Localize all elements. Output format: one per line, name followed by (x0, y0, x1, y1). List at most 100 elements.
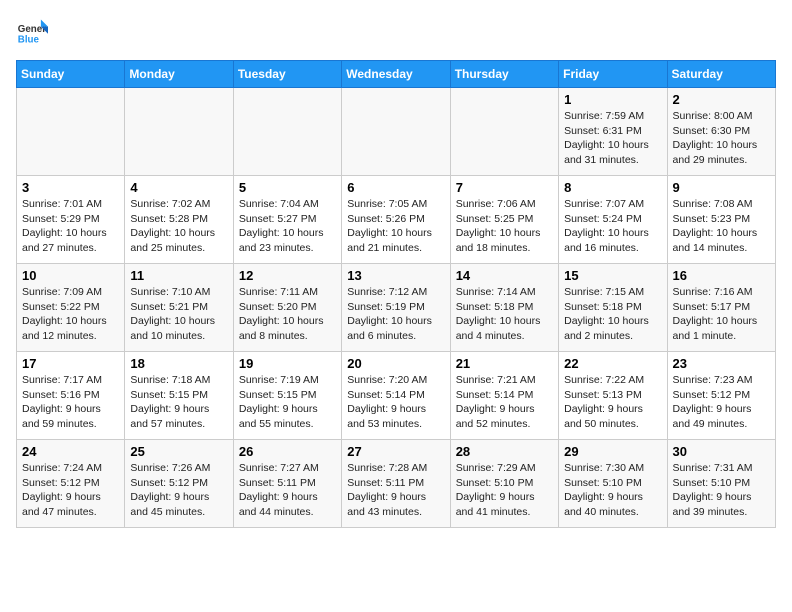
day-info: Sunrise: 7:19 AMSunset: 5:15 PMDaylight:… (239, 373, 336, 432)
logo: General Blue (16, 16, 48, 48)
day-info: Sunrise: 8:00 AMSunset: 6:30 PMDaylight:… (673, 109, 770, 168)
calendar-cell: 6 Sunrise: 7:05 AMSunset: 5:26 PMDaylight… (342, 176, 450, 264)
day-info: Sunrise: 7:04 AMSunset: 5:27 PMDaylight:… (239, 197, 336, 256)
calendar-cell: 9 Sunrise: 7:08 AMSunset: 5:23 PMDaylight… (667, 176, 775, 264)
calendar-cell: 18 Sunrise: 7:18 AMSunset: 5:15 PMDayligh… (125, 352, 233, 440)
day-number: 16 (673, 268, 770, 283)
calendar-cell: 12 Sunrise: 7:11 AMSunset: 5:20 PMDayligh… (233, 264, 341, 352)
day-info: Sunrise: 7:23 AMSunset: 5:12 PMDaylight:… (673, 373, 770, 432)
calendar-cell: 7 Sunrise: 7:06 AMSunset: 5:25 PMDaylight… (450, 176, 558, 264)
day-number: 24 (22, 444, 119, 459)
col-header-monday: Monday (125, 61, 233, 88)
col-header-saturday: Saturday (667, 61, 775, 88)
day-info: Sunrise: 7:06 AMSunset: 5:25 PMDaylight:… (456, 197, 553, 256)
calendar-cell: 2 Sunrise: 8:00 AMSunset: 6:30 PMDaylight… (667, 88, 775, 176)
calendar-cell (17, 88, 125, 176)
calendar-cell: 10 Sunrise: 7:09 AMSunset: 5:22 PMDayligh… (17, 264, 125, 352)
svg-text:Blue: Blue (18, 35, 40, 46)
day-number: 14 (456, 268, 553, 283)
calendar-cell: 25Sunrise: 7:26 AMSunset: 5:12 PMDayligh… (125, 440, 233, 528)
day-number: 1 (564, 92, 661, 107)
day-number: 26 (239, 444, 336, 459)
day-number: 27 (347, 444, 444, 459)
col-header-sunday: Sunday (17, 61, 125, 88)
day-number: 21 (456, 356, 553, 371)
calendar-cell: 24 Sunrise: 7:24 AMSunset: 5:12 PMDayligh… (17, 440, 125, 528)
logo-icon: General Blue (16, 16, 48, 48)
calendar-week-3: 10 Sunrise: 7:09 AMSunset: 5:22 PMDayligh… (17, 264, 776, 352)
day-info: Sunrise: 7:08 AMSunset: 5:23 PMDaylight:… (673, 197, 770, 256)
calendar-cell: 20 Sunrise: 7:20 AMSunset: 5:14 PMDayligh… (342, 352, 450, 440)
day-number: 17 (22, 356, 119, 371)
day-info: Sunrise: 7:17 AMSunset: 5:16 PMDaylight:… (22, 373, 119, 432)
day-number: 20 (347, 356, 444, 371)
day-info: Sunrise: 7:05 AMSunset: 5:26 PMDaylight:… (347, 197, 444, 256)
calendar-cell: 29 Sunrise: 7:30 AMSunset: 5:10 PMDayligh… (559, 440, 667, 528)
calendar-week-2: 3Sunrise: 7:01 AMSunset: 5:29 PMDaylight… (17, 176, 776, 264)
day-info: Sunrise: 7:12 AMSunset: 5:19 PMDaylight:… (347, 285, 444, 344)
day-info: Sunrise: 7:14 AMSunset: 5:18 PMDaylight:… (456, 285, 553, 344)
calendar-cell: 1 Sunrise: 7:59 AMSunset: 6:31 PMDaylight… (559, 88, 667, 176)
col-header-wednesday: Wednesday (342, 61, 450, 88)
calendar-cell: 8 Sunrise: 7:07 AMSunset: 5:24 PMDaylight… (559, 176, 667, 264)
day-info: Sunrise: 7:15 AMSunset: 5:18 PMDaylight:… (564, 285, 661, 344)
day-number: 5 (239, 180, 336, 195)
day-info: Sunrise: 7:02 AMSunset: 5:28 PMDaylight:… (130, 197, 227, 256)
calendar-cell: 11 Sunrise: 7:10 AMSunset: 5:21 PMDayligh… (125, 264, 233, 352)
day-number: 4 (130, 180, 227, 195)
day-number: 19 (239, 356, 336, 371)
col-header-friday: Friday (559, 61, 667, 88)
day-number: 23 (673, 356, 770, 371)
day-number: 12 (239, 268, 336, 283)
day-number: 10 (22, 268, 119, 283)
calendar-cell: 23 Sunrise: 7:23 AMSunset: 5:12 PMDayligh… (667, 352, 775, 440)
day-number: 8 (564, 180, 661, 195)
day-number: 15 (564, 268, 661, 283)
day-number: 7 (456, 180, 553, 195)
day-info: Sunrise: 7:28 AMSunset: 5:11 PMDaylight:… (347, 461, 444, 520)
calendar-cell: 14 Sunrise: 7:14 AMSunset: 5:18 PMDayligh… (450, 264, 558, 352)
day-info: Sunrise: 7:30 AMSunset: 5:10 PMDaylight:… (564, 461, 661, 520)
day-info: Sunrise: 7:59 AMSunset: 6:31 PMDaylight:… (564, 109, 661, 168)
page-header: General Blue (16, 16, 776, 48)
day-info: Sunrise: 7:11 AMSunset: 5:20 PMDaylight:… (239, 285, 336, 344)
calendar-cell: 13 Sunrise: 7:12 AMSunset: 5:19 PMDayligh… (342, 264, 450, 352)
calendar-table: SundayMondayTuesdayWednesdayThursdayFrid… (16, 60, 776, 528)
calendar-cell: 3Sunrise: 7:01 AMSunset: 5:29 PMDaylight… (17, 176, 125, 264)
calendar-cell: 4 Sunrise: 7:02 AMSunset: 5:28 PMDaylight… (125, 176, 233, 264)
day-number: 3 (22, 180, 119, 195)
day-number: 28 (456, 444, 553, 459)
day-info: Sunrise: 7:20 AMSunset: 5:14 PMDaylight:… (347, 373, 444, 432)
calendar-cell: 30Sunrise: 7:31 AMSunset: 5:10 PMDayligh… (667, 440, 775, 528)
day-info: Sunrise: 7:21 AMSunset: 5:14 PMDaylight:… (456, 373, 553, 432)
calendar-cell (233, 88, 341, 176)
day-info: Sunrise: 7:24 AMSunset: 5:12 PMDaylight:… (22, 461, 119, 520)
calendar-cell: 15 Sunrise: 7:15 AMSunset: 5:18 PMDayligh… (559, 264, 667, 352)
calendar-cell: 28Sunrise: 7:29 AMSunset: 5:10 PMDayligh… (450, 440, 558, 528)
calendar-cell (125, 88, 233, 176)
calendar-cell (450, 88, 558, 176)
day-number: 6 (347, 180, 444, 195)
day-number: 13 (347, 268, 444, 283)
day-number: 2 (673, 92, 770, 107)
calendar-cell: 21 Sunrise: 7:21 AMSunset: 5:14 PMDayligh… (450, 352, 558, 440)
day-info: Sunrise: 7:07 AMSunset: 5:24 PMDaylight:… (564, 197, 661, 256)
day-info: Sunrise: 7:27 AMSunset: 5:11 PMDaylight:… (239, 461, 336, 520)
col-header-thursday: Thursday (450, 61, 558, 88)
day-info: Sunrise: 7:09 AMSunset: 5:22 PMDaylight:… (22, 285, 119, 344)
calendar-week-4: 17 Sunrise: 7:17 AMSunset: 5:16 PMDayligh… (17, 352, 776, 440)
day-number: 30 (673, 444, 770, 459)
day-number: 29 (564, 444, 661, 459)
day-number: 9 (673, 180, 770, 195)
day-number: 11 (130, 268, 227, 283)
calendar-cell: 19 Sunrise: 7:19 AMSunset: 5:15 PMDayligh… (233, 352, 341, 440)
day-number: 22 (564, 356, 661, 371)
calendar-week-5: 24 Sunrise: 7:24 AMSunset: 5:12 PMDayligh… (17, 440, 776, 528)
day-info: Sunrise: 7:18 AMSunset: 5:15 PMDaylight:… (130, 373, 227, 432)
day-info: Sunrise: 7:10 AMSunset: 5:21 PMDaylight:… (130, 285, 227, 344)
calendar-cell: 26 Sunrise: 7:27 AMSunset: 5:11 PMDayligh… (233, 440, 341, 528)
day-number: 18 (130, 356, 227, 371)
calendar-week-1: 1 Sunrise: 7:59 AMSunset: 6:31 PMDaylight… (17, 88, 776, 176)
day-info: Sunrise: 7:26 AMSunset: 5:12 PMDaylight:… (130, 461, 227, 520)
calendar-cell: 16Sunrise: 7:16 AMSunset: 5:17 PMDayligh… (667, 264, 775, 352)
